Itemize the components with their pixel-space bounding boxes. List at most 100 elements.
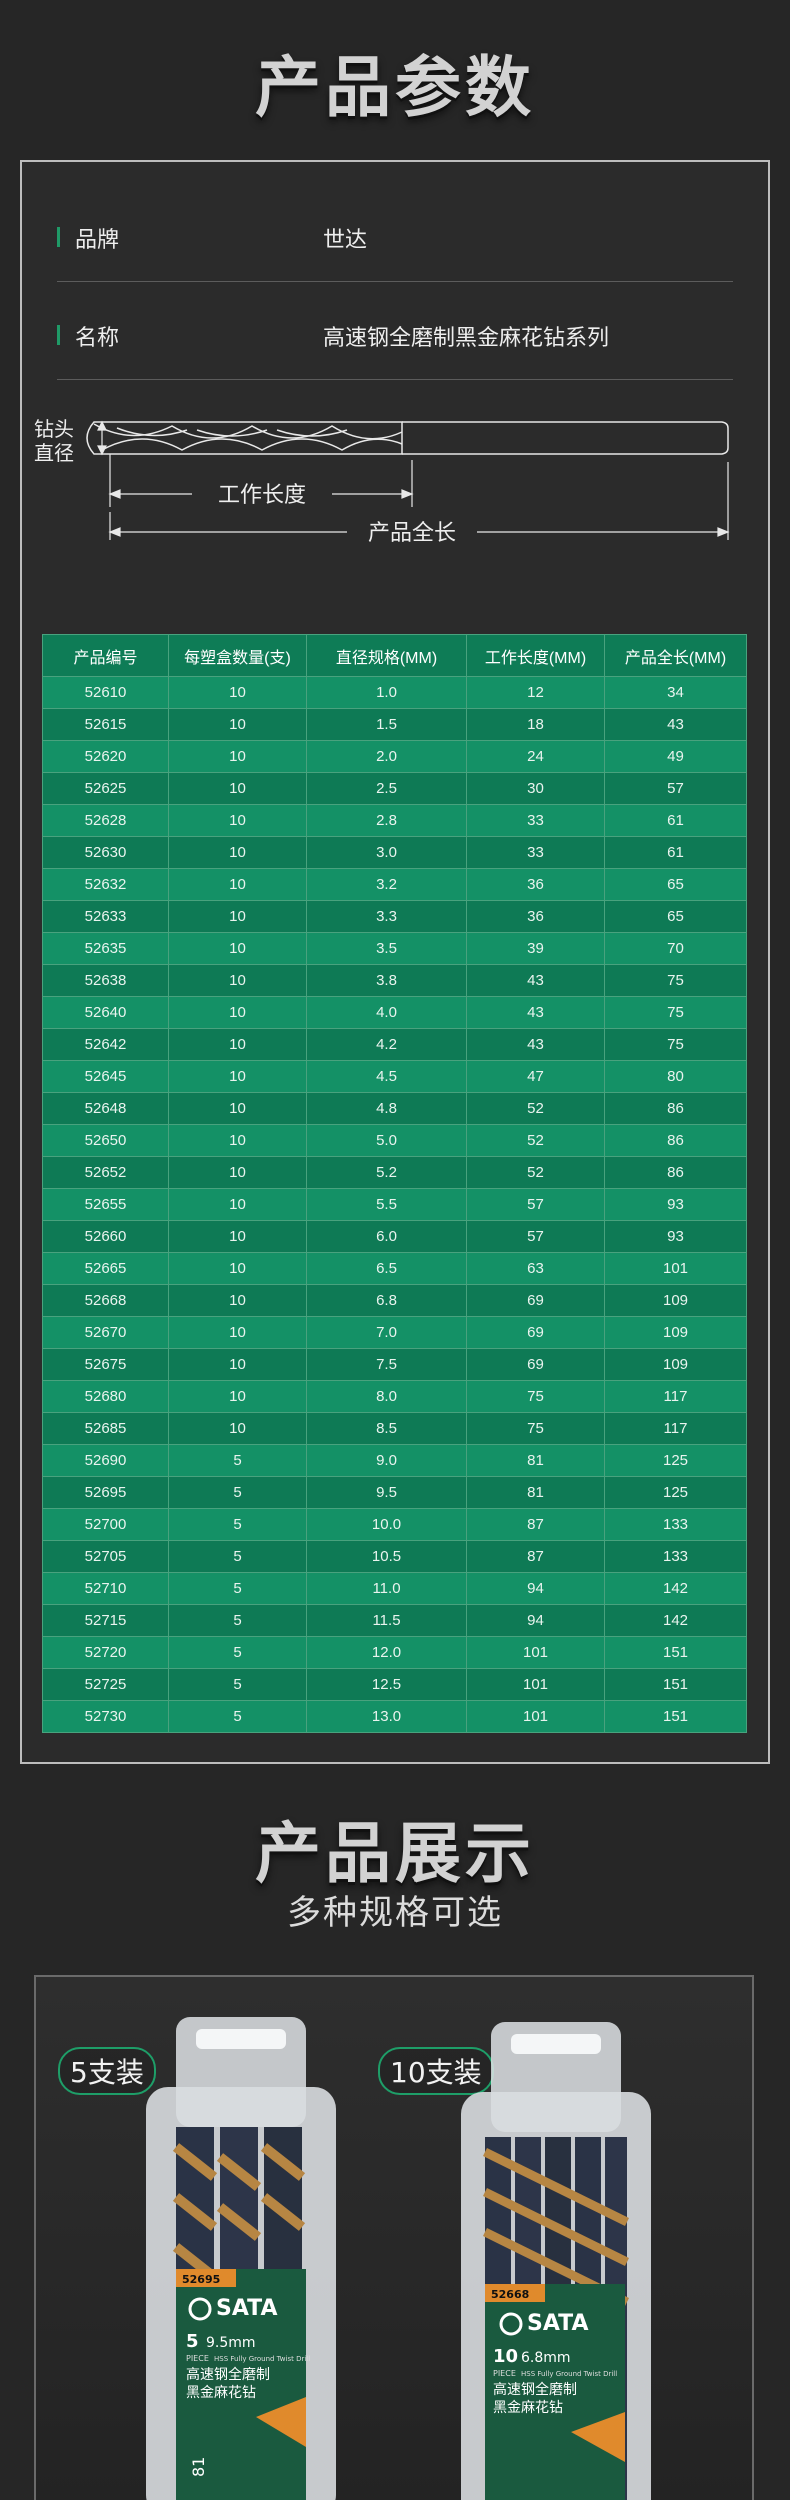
- cell-total-length: 75: [604, 1028, 747, 1061]
- cell-code: 52670: [42, 1316, 169, 1349]
- cell-working-length: 81: [466, 1476, 605, 1509]
- cell-code: 52625: [42, 772, 169, 805]
- box-brand: SATA: [527, 2311, 589, 2336]
- cell-total-length: 75: [604, 964, 747, 997]
- cell-total-length: 151: [604, 1668, 747, 1701]
- table-row: 52720 5 12.0 101 151: [42, 1636, 747, 1669]
- cell-total-length: 93: [604, 1188, 747, 1221]
- cell-qty: 5: [168, 1572, 307, 1605]
- cell-code: 52675: [42, 1348, 169, 1381]
- box-size: 9.5mm: [206, 2335, 256, 2351]
- cell-diameter: 9.5: [306, 1476, 467, 1509]
- cell-qty: 10: [168, 1060, 307, 1093]
- table-row: 52632 10 3.2 36 65: [42, 868, 747, 901]
- cell-total-length: 34: [604, 676, 747, 709]
- box-name-2: 黑金麻花钻: [186, 2385, 256, 2401]
- cell-qty: 5: [168, 1444, 307, 1477]
- table-row: 52620 10 2.0 24 49: [42, 740, 747, 773]
- table-row: 52642 10 4.2 43 75: [42, 1028, 747, 1061]
- table-row: 52645 10 4.5 47 80: [42, 1060, 747, 1093]
- cell-diameter: 4.8: [306, 1092, 467, 1125]
- table-row: 52655 10 5.5 57 93: [42, 1188, 747, 1221]
- cell-diameter: 2.8: [306, 804, 467, 837]
- cell-code: 52705: [42, 1540, 169, 1573]
- table-row: 52650 10 5.0 52 86: [42, 1124, 747, 1157]
- cell-diameter: 11.5: [306, 1604, 467, 1637]
- cell-qty: 10: [168, 740, 307, 773]
- table-row: 52725 5 12.5 101 151: [42, 1668, 747, 1701]
- cell-code: 52610: [42, 676, 169, 709]
- cell-code: 52645: [42, 1060, 169, 1093]
- table-header-code: 产品编号: [42, 634, 169, 677]
- cell-diameter: 10.5: [306, 1540, 467, 1573]
- cell-diameter: 7.5: [306, 1348, 467, 1381]
- box-size: 6.8mm: [521, 2350, 571, 2366]
- cell-total-length: 86: [604, 1156, 747, 1189]
- cell-qty: 5: [168, 1476, 307, 1509]
- table-row: 52648 10 4.8 52 86: [42, 1092, 747, 1125]
- box-code: 52695: [182, 2273, 220, 2286]
- section-subtitle: 多种规格可选: [287, 1893, 503, 1933]
- box-qty: 10: [493, 2346, 518, 2367]
- cell-total-length: 75: [604, 996, 747, 1029]
- cell-code: 52685: [42, 1412, 169, 1445]
- cell-qty: 10: [168, 1252, 307, 1285]
- cell-qty: 10: [168, 676, 307, 709]
- cell-qty: 5: [168, 1636, 307, 1669]
- table-row: 52625 10 2.5 30 57: [42, 772, 747, 805]
- cell-working-length: 101: [466, 1668, 605, 1701]
- cell-diameter: 4.2: [306, 1028, 467, 1061]
- cell-diameter: 12.0: [306, 1636, 467, 1669]
- drill-box-10: 52668 SATA 10 6.8mm PIECE HSS Fully Grou…: [461, 2022, 651, 2500]
- diameter-label-2: 直径: [34, 441, 74, 465]
- table-row: 52652 10 5.2 52 86: [42, 1156, 747, 1189]
- cell-diameter: 2.0: [306, 740, 467, 773]
- table-header-qty: 每塑盒数量(支): [168, 634, 307, 677]
- cell-total-length: 80: [604, 1060, 747, 1093]
- box-english: HSS Fully Ground Twist Drill: [521, 2370, 617, 2378]
- table-header-working-length: 工作长度(MM): [466, 634, 605, 677]
- cell-qty: 10: [168, 708, 307, 741]
- cell-code: 52632: [42, 868, 169, 901]
- total-length-label: 产品全长: [368, 521, 456, 542]
- cell-total-length: 61: [604, 804, 747, 837]
- section-title-params: 产品参数: [255, 49, 535, 126]
- cell-total-length: 133: [604, 1508, 747, 1541]
- cell-qty: 10: [168, 836, 307, 869]
- table-row: 52690 5 9.0 81 125: [42, 1444, 747, 1477]
- cell-code: 52638: [42, 964, 169, 997]
- cell-code: 52665: [42, 1252, 169, 1285]
- box-side-number: 81: [189, 2457, 208, 2477]
- cell-code: 52680: [42, 1380, 169, 1413]
- table-row: 52635 10 3.5 39 70: [42, 932, 747, 965]
- cell-code: 52648: [42, 1092, 169, 1125]
- table-row: 52730 5 13.0 101 151: [42, 1700, 747, 1733]
- cell-working-length: 101: [466, 1700, 605, 1733]
- cell-total-length: 57: [604, 772, 747, 805]
- cell-total-length: 109: [604, 1284, 747, 1317]
- cell-diameter: 3.3: [306, 900, 467, 933]
- cell-working-length: 69: [466, 1284, 605, 1317]
- table-header-diameter: 直径规格(MM): [306, 634, 467, 677]
- table-row: 52628 10 2.8 33 61: [42, 804, 747, 837]
- cell-working-length: 33: [466, 836, 605, 869]
- cell-total-length: 142: [604, 1604, 747, 1637]
- table-row: 52710 5 11.0 94 142: [42, 1572, 747, 1605]
- cell-qty: 10: [168, 964, 307, 997]
- info-row-name: 名称 高速钢全磨制黑金麻花钻系列: [57, 282, 733, 380]
- cell-qty: 10: [168, 1412, 307, 1445]
- cell-code: 52642: [42, 1028, 169, 1061]
- product-photo: 5支装 10支装 52695 SATA 5 9.5mm PIECE HSS Fu…: [34, 1975, 754, 2500]
- cell-working-length: 57: [466, 1220, 605, 1253]
- cell-code: 52690: [42, 1444, 169, 1477]
- cell-diameter: 4.5: [306, 1060, 467, 1093]
- cell-working-length: 63: [466, 1252, 605, 1285]
- info-value: 世达: [323, 228, 368, 253]
- cell-qty: 10: [168, 1220, 307, 1253]
- cell-working-length: 18: [466, 708, 605, 741]
- cell-total-length: 49: [604, 740, 747, 773]
- cell-code: 52730: [42, 1700, 169, 1733]
- cell-code: 52668: [42, 1284, 169, 1317]
- drill-bit-outline: [86, 421, 729, 455]
- cell-diameter: 4.0: [306, 996, 467, 1029]
